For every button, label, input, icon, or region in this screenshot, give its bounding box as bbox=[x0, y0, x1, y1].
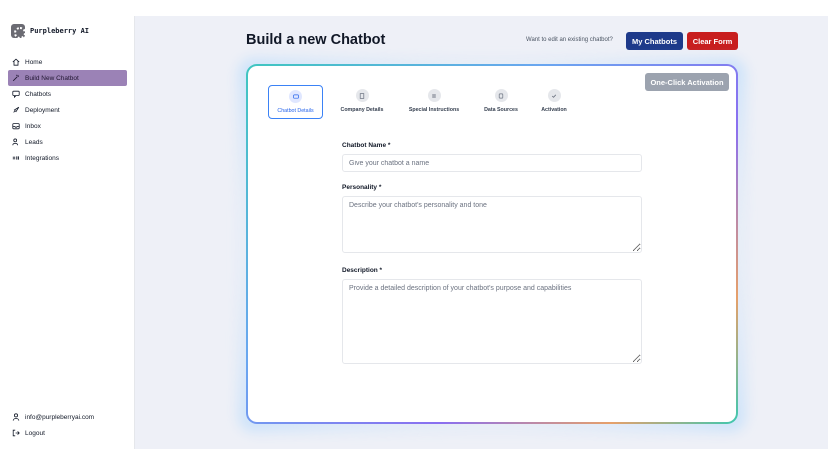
sidebar-nav: Home Build New Chatbot Chatbots Deployme… bbox=[8, 54, 127, 166]
user-icon bbox=[12, 413, 20, 421]
step-label: Data Sources bbox=[484, 107, 518, 113]
description-textarea[interactable] bbox=[342, 279, 642, 364]
personality-textarea[interactable] bbox=[342, 196, 642, 253]
chatbot-name-label: Chatbot Name * bbox=[342, 142, 391, 149]
sidebar-item-label: Integrations bbox=[25, 154, 59, 162]
sidebar-item-deployment[interactable]: Deployment bbox=[8, 102, 127, 118]
integrations-icon bbox=[12, 154, 20, 162]
chat-icon bbox=[289, 90, 302, 103]
sidebar-item-leads[interactable]: Leads bbox=[8, 134, 127, 150]
step-label: Chatbot Details bbox=[277, 108, 314, 114]
brand-name: Purpleberry AI bbox=[30, 27, 90, 35]
users-icon bbox=[12, 138, 20, 146]
bottom-bar bbox=[0, 449, 828, 466]
step-chatbot-details[interactable]: Chatbot Details bbox=[268, 85, 323, 119]
sidebar-item-build-new-chatbot[interactable]: Build New Chatbot bbox=[8, 70, 127, 86]
step-data-sources[interactable]: Data Sources bbox=[479, 85, 523, 119]
step-label: Company Details bbox=[340, 107, 384, 113]
rocket-icon bbox=[12, 106, 20, 114]
step-label: Special Instructions bbox=[408, 107, 460, 113]
sidebar-footer: info@purpleberryai.com Logout bbox=[8, 409, 127, 441]
check-icon bbox=[547, 89, 561, 102]
my-chatbots-button[interactable]: My Chatbots bbox=[626, 32, 683, 50]
sidebar-item-label: Home bbox=[25, 58, 43, 66]
sidebar-item-label: Deployment bbox=[25, 106, 60, 114]
logout-icon bbox=[12, 429, 20, 437]
sidebar-item-inbox[interactable]: Inbox bbox=[8, 118, 127, 134]
clear-form-button[interactable]: Clear Form bbox=[687, 32, 738, 50]
step-label: Activation bbox=[541, 107, 567, 113]
sidebar-item-chatbots[interactable]: Chatbots bbox=[8, 86, 127, 102]
sidebar-item-label: Build New Chatbot bbox=[25, 74, 79, 82]
step-company-details[interactable]: Company Details bbox=[337, 85, 387, 119]
description-label: Description * bbox=[342, 267, 383, 274]
sidebar-item-integrations[interactable]: Integrations bbox=[8, 150, 127, 166]
sidebar-item-label: Leads bbox=[25, 138, 43, 146]
top-bar bbox=[0, 0, 828, 16]
chat-icon bbox=[12, 90, 20, 98]
page-title: Build a new Chatbot bbox=[246, 32, 386, 48]
user-account[interactable]: info@purpleberryai.com bbox=[8, 409, 127, 425]
sidebar-item-label: Chatbots bbox=[25, 90, 52, 98]
brand[interactable]: Purpleberry AI bbox=[11, 24, 90, 39]
step-special-instructions[interactable]: Special Instructions bbox=[404, 85, 464, 119]
building-icon bbox=[355, 89, 369, 102]
sidebar-item-home[interactable]: Home bbox=[8, 54, 127, 70]
database-icon bbox=[494, 89, 508, 102]
personality-label: Personality * bbox=[342, 184, 382, 191]
brand-logo-icon bbox=[11, 24, 26, 39]
home-icon bbox=[12, 58, 20, 66]
sidebar-item-label: Inbox bbox=[25, 122, 41, 130]
logout-button[interactable]: Logout bbox=[8, 425, 127, 441]
step-activation[interactable]: Activation bbox=[536, 85, 572, 119]
one-click-activation-button[interactable]: One-Click Activation bbox=[645, 73, 729, 91]
sidebar: Purpleberry AI Home Build New Chatbot Ch… bbox=[0, 16, 135, 449]
logout-label: Logout bbox=[25, 429, 45, 437]
chatbot-name-input[interactable] bbox=[342, 154, 642, 172]
wand-icon bbox=[12, 74, 20, 82]
edit-hint: Want to edit an existing chatbot? bbox=[526, 37, 613, 43]
inbox-icon bbox=[12, 122, 20, 130]
user-email: info@purpleberryai.com bbox=[25, 413, 95, 421]
list-icon bbox=[427, 89, 441, 102]
